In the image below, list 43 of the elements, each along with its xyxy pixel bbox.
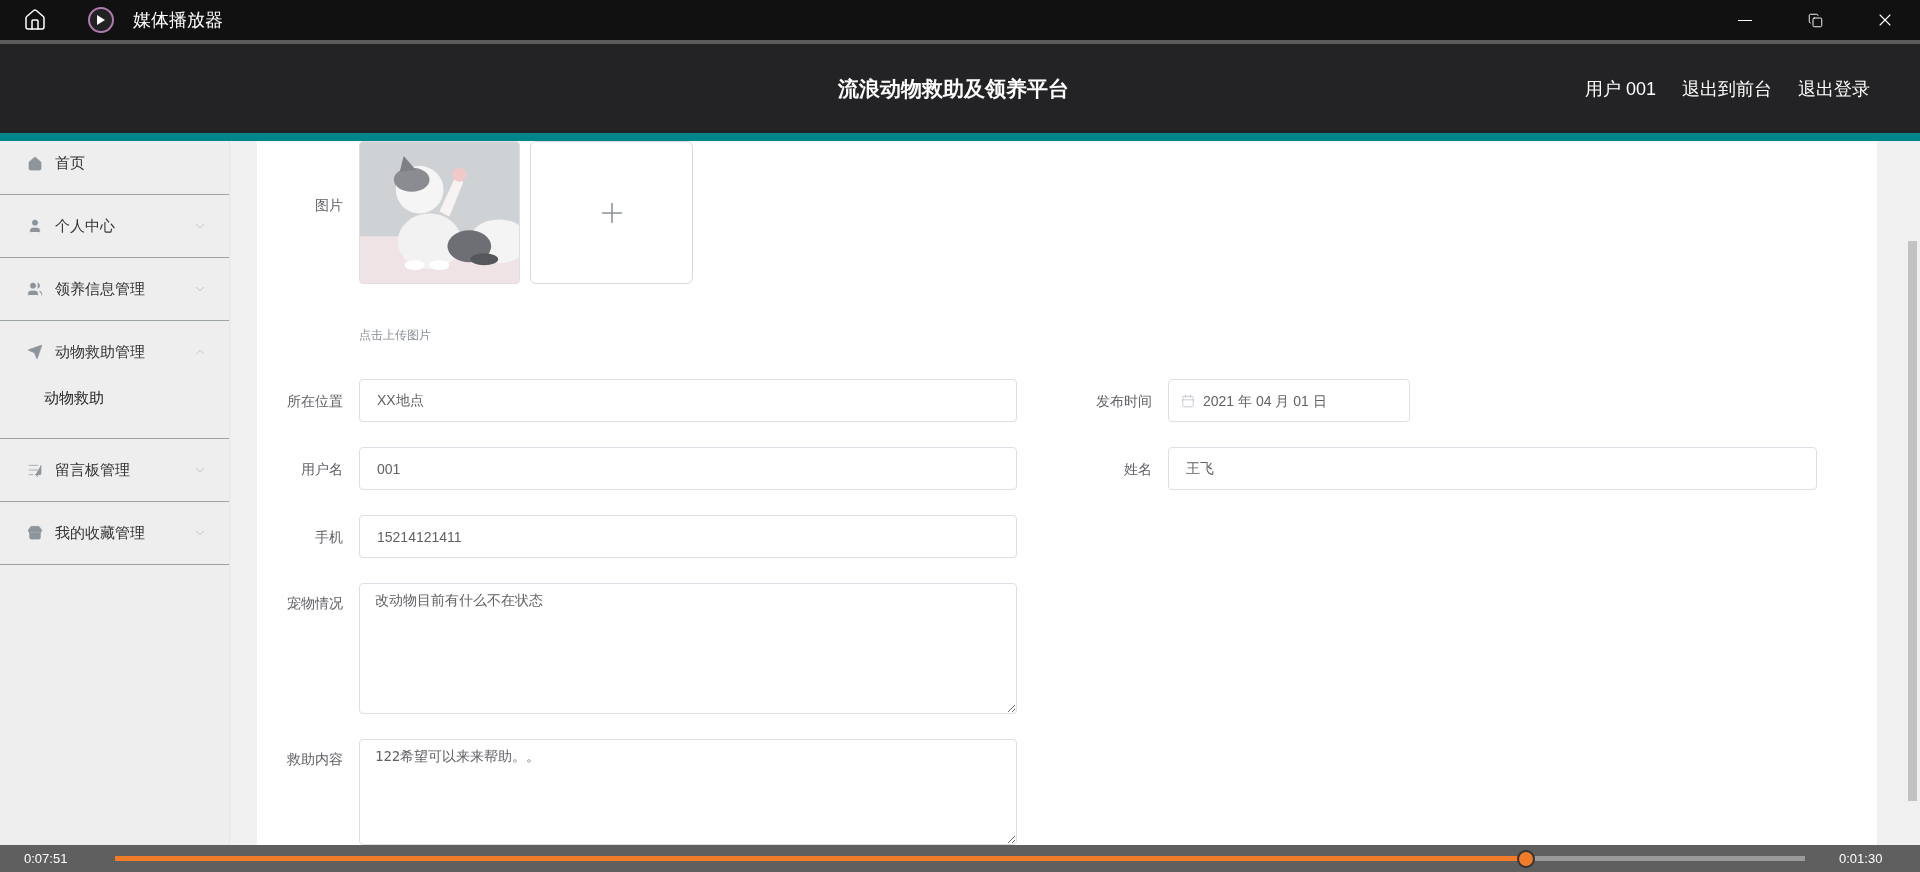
date-field[interactable]: 2021 年 04 月 01 日 [1168, 379, 1410, 422]
field-label: 宠物情况 [286, 594, 343, 613]
calendar-icon [1181, 393, 1195, 408]
text-area[interactable]: 改动物目前有什么不在状态 [359, 583, 1017, 714]
field-label: 图片 [314, 196, 343, 215]
header-link[interactable]: 用户 001 [1584, 74, 1656, 103]
input-field[interactable]: XX地点 [359, 379, 1017, 422]
elapsed-time: 0:07:51 [23, 851, 69, 866]
window-title: 媒体播放器 [133, 9, 223, 32]
remaining-time: 0:01:30 [1838, 851, 1884, 866]
sidebar-subitem[interactable]: 动物救助 [0, 383, 229, 438]
field-label: 手机 [314, 528, 343, 547]
header-link[interactable]: 退出到前台 [1682, 74, 1772, 103]
sidebar-item[interactable]: 我的收藏管理 [0, 502, 229, 564]
input-field[interactable]: 001 [359, 447, 1017, 490]
person-icon [27, 218, 43, 234]
input-field[interactable]: 15214121411 [359, 515, 1017, 558]
sidebar-item[interactable]: 动物救助管理 [0, 321, 229, 383]
paper-plane-icon [27, 344, 43, 360]
list-icon [27, 462, 43, 478]
seek-thumb[interactable] [1517, 849, 1536, 868]
text-area[interactable]: 122希望可以来来帮助。。 [359, 739, 1017, 845]
field-label: 所在位置 [286, 392, 343, 411]
upload-hint: 点击上传图片 [359, 327, 432, 343]
site-title: 流浪动物救助及领养平台 [838, 75, 1069, 102]
field-label: 姓名 [1123, 460, 1152, 479]
sidebar-item[interactable]: 个人中心 [0, 195, 229, 257]
restore-icon [1807, 12, 1823, 28]
sidebar-item[interactable]: 留言板管理 [0, 439, 229, 501]
minimize-icon [1738, 19, 1752, 21]
home-icon [23, 8, 47, 32]
field-label: 发布时间 [1095, 392, 1152, 411]
header-link[interactable]: 退出登录 [1798, 74, 1870, 103]
home-icon [27, 155, 43, 172]
player-logo-icon [88, 7, 114, 33]
people-icon [27, 281, 43, 297]
sidebar-item[interactable]: 领养信息管理 [0, 258, 229, 320]
input-field[interactable]: 王飞 [1168, 447, 1817, 490]
field-label: 用户名 [300, 460, 343, 479]
field-label: 救助内容 [286, 750, 343, 769]
seek-slider[interactable] [115, 849, 1805, 868]
shop-icon [27, 525, 43, 541]
sidebar-item[interactable]: 首页 [0, 141, 229, 194]
